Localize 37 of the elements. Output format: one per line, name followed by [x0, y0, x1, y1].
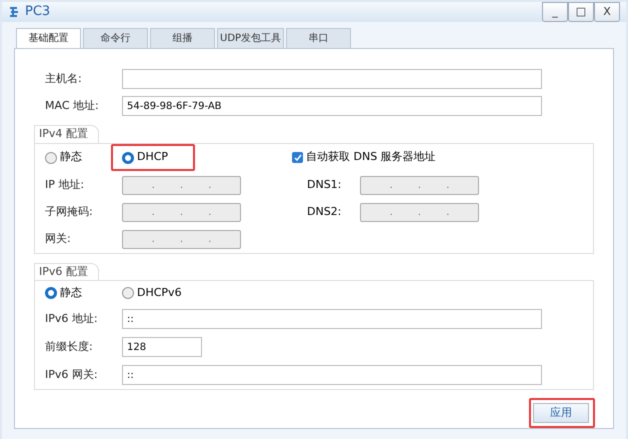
- group-title: IPv6 配置: [34, 262, 99, 280]
- checkbox-label: 自动获取 DNS 服务器地址: [306, 149, 436, 166]
- radio-button[interactable]: [122, 152, 134, 164]
- radio-button[interactable]: [122, 287, 134, 299]
- field-label: MAC 地址:: [45, 98, 100, 114]
- text-field[interactable]: ::: [122, 365, 542, 385]
- tab[interactable]: UDP发包工具: [217, 28, 284, 48]
- field-label: IPv6 地址:: [45, 310, 99, 327]
- field-label: DNS1:: [307, 176, 342, 193]
- field-label: 子网掩码:: [45, 204, 94, 220]
- group-title: IPv4 配置: [34, 125, 99, 142]
- radio-label: DHCPv6: [137, 284, 182, 301]
- radio-label: DHCP: [137, 149, 168, 166]
- apply-button[interactable]: 应用: [533, 403, 589, 423]
- radio-button[interactable]: [45, 152, 57, 164]
- text-field[interactable]: ::: [122, 309, 542, 329]
- mac-address-field[interactable]: 54-89-98-6F-79-AB: [122, 96, 542, 116]
- window-control-button[interactable]: X: [594, 2, 620, 22]
- tab[interactable]: 串口: [286, 28, 352, 48]
- window-control-button[interactable]: _: [542, 2, 568, 22]
- field-label: IPv6 网关:: [45, 366, 99, 383]
- checkbox[interactable]: [292, 152, 303, 163]
- radio-label: 静态: [60, 149, 82, 166]
- field-label: 主机名:: [45, 70, 83, 87]
- field-label: IP 地址:: [45, 176, 86, 193]
- radio-label: 静态: [60, 284, 82, 301]
- radio-button[interactable]: [45, 287, 57, 299]
- hostname-field[interactable]: [122, 69, 542, 89]
- tab[interactable]: 组播: [150, 28, 215, 48]
- field-label: 网关:: [45, 230, 72, 247]
- window-title: PC3: [25, 3, 50, 22]
- field-label: 前缀长度:: [45, 338, 94, 355]
- tab[interactable]: 基础配置: [16, 28, 81, 48]
- text-field[interactable]: 128: [122, 337, 202, 357]
- tab[interactable]: 命令行: [83, 28, 148, 48]
- field-label: DNS2:: [307, 204, 342, 220]
- window-control-button[interactable]: □: [568, 2, 594, 22]
